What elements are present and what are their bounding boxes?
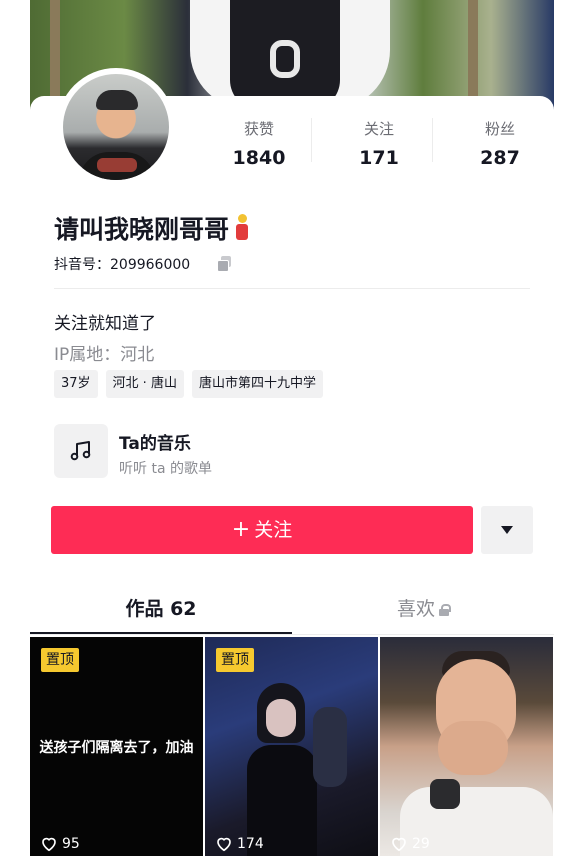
tab-likes-label: 喜欢 (396, 598, 435, 620)
thumbnail-hand (438, 721, 508, 775)
tab-works[interactable]: 作品 62 (30, 594, 292, 621)
video-likes: 174 (215, 835, 264, 855)
douyin-id: 抖音号：209966000 (54, 257, 191, 273)
music-entry[interactable]: Ta的音乐 听听 ta 的歌单 (54, 424, 514, 480)
follow-button-label: 关注 (254, 519, 293, 541)
dropdown-arrow-icon[interactable] (481, 506, 533, 554)
music-title: Ta的音乐 (119, 434, 191, 454)
tab-divider (30, 634, 554, 635)
music-note-icon (70, 441, 91, 461)
cover-tree (50, 0, 60, 110)
avatar-shirt-print (97, 158, 137, 172)
profile-nickname: 请叫我晓刚哥哥 (54, 210, 249, 246)
music-icon-box (54, 424, 108, 478)
stat-following-label: 关注 (363, 120, 394, 138)
stat-likes-value: 1840 (232, 147, 286, 169)
cover-tree (468, 0, 478, 110)
thumbnail-watch (430, 779, 460, 809)
tab-likes[interactable]: 喜欢 (292, 594, 554, 621)
profile-stats: 获赞 1840 关注 171 粉丝 287 (200, 118, 554, 178)
pinned-badge: 置顶 (216, 648, 254, 672)
stat-divider (311, 118, 312, 162)
stat-likes: 获赞 1840 (200, 118, 318, 169)
stat-following[interactable]: 关注 171 (320, 118, 438, 169)
ip-location: IP属地：河北 (54, 345, 155, 365)
music-subtitle: 听听 ta 的歌单 (119, 461, 212, 477)
stat-followers[interactable]: 粉丝 287 (441, 118, 554, 169)
tag-age: 37岁 (54, 370, 98, 398)
avatar[interactable] (63, 74, 169, 180)
cover-person-vest (230, 0, 340, 110)
profile-tags: 37岁 河北 · 唐山 唐山市第四十九中学 (54, 370, 323, 398)
video-grid: 置顶 送孩子们隔离去了，加油 95 置顶 174 29 (30, 637, 554, 856)
section-divider (54, 288, 530, 289)
lock-icon (439, 604, 451, 616)
video-thumbnail[interactable]: 置顶 174 (205, 637, 378, 856)
video-thumbnail[interactable]: 置顶 送孩子们隔离去了，加油 95 (30, 637, 203, 856)
video-caption: 送孩子们隔离去了，加油 (39, 740, 194, 756)
cover-vest-print (270, 40, 300, 78)
thumbnail-background-figure (313, 707, 347, 787)
plus-icon: + (231, 517, 251, 542)
tag-school[interactable]: 唐山市第四十九中学 (191, 370, 323, 398)
stat-followers-value: 287 (480, 147, 520, 169)
thumbnail-person (247, 683, 317, 856)
pinned-badge: 置顶 (41, 648, 79, 672)
tag-location: 河北 · 唐山 (105, 370, 184, 398)
video-likes: 29 (390, 835, 430, 855)
video-likes-count: 95 (62, 836, 80, 852)
thumbnail-face (266, 699, 296, 737)
stat-followers-label: 粉丝 (484, 120, 515, 138)
video-likes-count: 29 (412, 836, 430, 852)
video-likes: 95 (40, 835, 80, 855)
stat-likes-label: 获赞 (243, 120, 274, 138)
video-thumbnail[interactable]: 29 (380, 637, 553, 856)
tab-works-label: 作品 62 (125, 598, 197, 620)
avatar-hair (96, 90, 138, 110)
stat-divider (432, 118, 433, 162)
copy-icon[interactable] (217, 256, 231, 272)
video-likes-count: 174 (237, 836, 264, 852)
nickname-text: 请叫我晓刚哥哥 (54, 215, 230, 244)
stat-following-value: 171 (359, 147, 399, 169)
heart-icon (217, 837, 231, 852)
follow-button[interactable]: + 关注 (51, 506, 473, 554)
person-emoji-icon (235, 214, 249, 242)
heart-icon (392, 837, 406, 852)
heart-icon (42, 837, 56, 852)
profile-screen: 获赞 1840 关注 171 粉丝 287 请叫我晓刚哥哥 抖音号：209966… (30, 0, 554, 856)
profile-bio: 关注就知道了 (54, 314, 156, 334)
